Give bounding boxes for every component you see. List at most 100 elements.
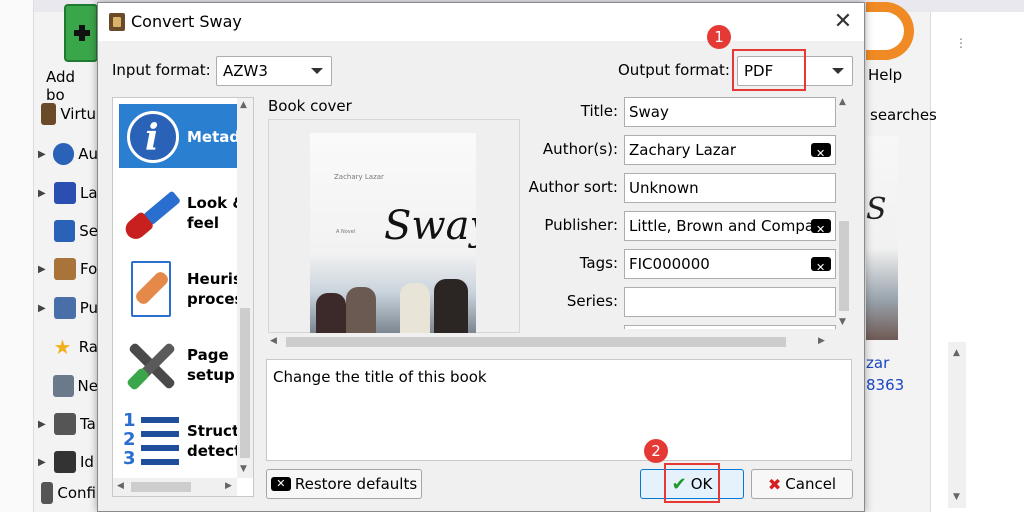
metadata-field-input[interactable]: Unknown [624,173,836,203]
metadata-vscrollbar[interactable]: ▲ ▼ [836,95,852,331]
tag-browser-item-label: Ra [78,338,98,356]
editor-hscrollbar[interactable]: ◀ ▶ [266,333,832,351]
tag-browser-item[interactable]: ▶ Fo [38,255,98,283]
field-label: Tags: [579,254,618,272]
tag-browser-item[interactable]: Ne [38,372,98,400]
dialog-titlebar: Convert Sway ✕ [98,3,864,41]
toolbar-overflow-icon[interactable]: ⋮ [955,36,967,50]
calibre-app-icon [109,13,125,31]
clear-field-icon[interactable] [811,254,831,278]
category-heuristic-processing[interactable]: Heuris proces [121,254,241,324]
tag-browser-item-label: Fo [80,260,98,278]
category-label: Structu detect [187,422,241,460]
field-label: Author(s): [542,140,618,158]
metadata-field-input[interactable]: Sway [624,97,836,127]
category-list-hscrollbar[interactable]: ◀ ▶ [113,478,237,496]
cover-author-text: Zachary Lazar [334,173,384,181]
category-label: Look & feel [187,194,241,232]
barcode-icon [54,451,76,473]
expand-caret-icon[interactable]: ▶ [38,188,50,199]
help-label: Help [868,66,903,84]
tag-browser-item[interactable]: Se [38,217,98,245]
cover-title-text: Sway [384,203,476,249]
news-icon [53,375,74,397]
field-value: Unknown [629,179,699,197]
step-2-badge: 2 [644,439,668,463]
tag-icon [54,413,76,435]
saved-searches-label: searches [870,106,937,124]
details-isbn-link[interactable]: 8363 [866,376,904,394]
book-cover-image[interactable]: Zachary Lazar A Novel Sway [310,133,476,333]
clear-field-icon[interactable] [811,140,831,164]
paintbrush-icon [121,183,182,244]
output-format-highlight [732,49,806,91]
metadata-field-input[interactable]: Little, Brown and Compa [624,211,836,241]
expand-caret-icon[interactable]: ▶ [38,457,50,468]
bandage-document-icon [121,259,181,319]
field-value: Zachary Lazar [629,141,737,159]
cancel-button[interactable]: ✖ Cancel [751,469,853,499]
tag-browser-item[interactable]: ▶ Pu [38,294,98,322]
category-look-and-feel[interactable]: Look & feel [121,178,241,248]
details-author-link[interactable]: zar [866,354,889,372]
clear-icon: ✕ [270,477,291,491]
close-icon[interactable]: ✕ [830,9,856,35]
info-icon: i [121,107,181,167]
tag-browser-item[interactable]: ▶ Au [38,140,98,168]
library-icon [41,103,57,125]
help-text-box: Change the title of this book [266,359,852,461]
help-button[interactable]: Help [866,0,926,90]
category-list-vscrollbar[interactable]: ▲ ▼ [237,98,253,478]
field-label: Publisher: [544,216,618,234]
input-format-label: Input format: [112,61,211,79]
expand-caret-icon[interactable]: ▶ [38,419,50,430]
conversion-category-list[interactable]: i Metad Look & feel Heuris proces [112,97,254,497]
numbered-list-icon: 123 [121,411,181,471]
expand-caret-icon[interactable]: ▶ [38,149,49,160]
details-scrollbar[interactable]: ▲ ▼ [948,342,966,508]
help-text: Change the title of this book [273,368,487,386]
chevron-down-icon [311,68,323,74]
person-icon [53,143,75,165]
tag-browser-item-label: Virtu [60,105,96,123]
clear-field-icon[interactable] [811,216,831,240]
restore-defaults-button[interactable]: ✕ Restore defaults [266,469,422,499]
category-structure-detection[interactable]: 123 Structu detect [121,406,241,476]
expand-caret-icon[interactable]: ▶ [38,264,50,275]
book-cover-label: Book cover [268,97,352,115]
tag-browser-item-label: Ta [80,415,96,433]
output-format-label: Output format: [618,61,730,79]
category-page-setup[interactable]: Page setup [121,330,241,400]
tools-icon [121,335,181,395]
category-label: Page setup [187,346,235,384]
metadata-field-input[interactable] [624,287,836,317]
book-details-pane [930,12,1024,512]
restore-defaults-label: Restore defaults [294,475,418,493]
field-label: Series: [566,292,618,310]
book-icon [54,258,76,280]
category-label: Metad [187,128,241,146]
input-format-select[interactable]: AZW3 [216,56,332,86]
field-value: Sway [629,103,669,121]
metadata-field-input[interactable]: Book 1.00 [624,325,836,329]
metadata-field-input[interactable]: FIC000000 [624,249,836,279]
tag-browser-item[interactable]: Confi [36,479,96,507]
category-label: Heuris proces [187,270,241,308]
series-icon [53,220,76,242]
tag-browser-item-label: La [80,184,98,202]
category-metadata[interactable]: i Metad [121,102,241,172]
cancel-label: Cancel [785,475,837,493]
metadata-field-input[interactable]: Zachary Lazar [624,135,836,165]
dialog-title: Convert Sway [131,12,242,31]
tag-browser-item[interactable]: ★ Ra [38,333,98,361]
field-label: Author sort: [528,178,618,196]
cancel-x-icon: ✖ [767,474,782,494]
tag-browser-item[interactable]: ▶ La [38,179,98,207]
star-icon: ★ [53,335,72,359]
tag-browser-item[interactable]: Virtu [36,100,96,128]
field-label: Title: [580,102,618,120]
expand-caret-icon[interactable]: ▶ [38,303,50,314]
tag-browser-item[interactable]: ▶ Ta [38,410,98,438]
add-books-button[interactable]: Add bo [40,2,98,104]
tag-browser-item[interactable]: ▶ Id [38,448,98,476]
